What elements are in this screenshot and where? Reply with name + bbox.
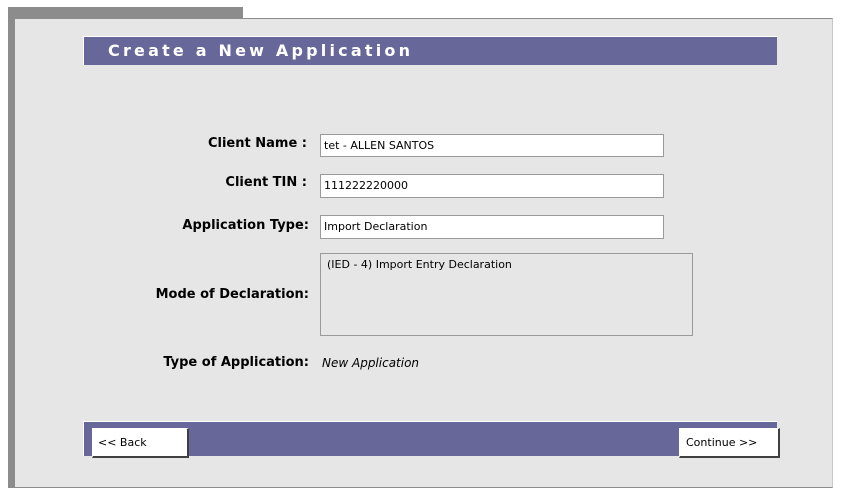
type-of-application-label: Type of Application: [163, 355, 309, 370]
client-name-field[interactable]: tet - ALLEN SANTOS [320, 134, 664, 157]
type-of-application-value: New Application [322, 356, 420, 370]
client-tin-field[interactable]: 111222220000 [320, 174, 664, 198]
application-type-label: Application Type: [182, 218, 309, 233]
client-tin-label: Client TIN : [225, 175, 307, 190]
continue-button[interactable]: Continue >> [679, 428, 780, 458]
title-bar: Create a New Application [83, 36, 777, 65]
mode-of-declaration-textarea[interactable]: (IED - 4) Import Entry Declaration [320, 253, 693, 336]
back-button[interactable]: << Back [92, 428, 189, 458]
client-name-label: Client Name : [207, 136, 307, 151]
application-type-field[interactable]: Import Declaration [320, 215, 664, 239]
mode-of-declaration-label: Mode of Declaration: [155, 287, 309, 302]
page-title: Create a New Application [108, 41, 414, 60]
